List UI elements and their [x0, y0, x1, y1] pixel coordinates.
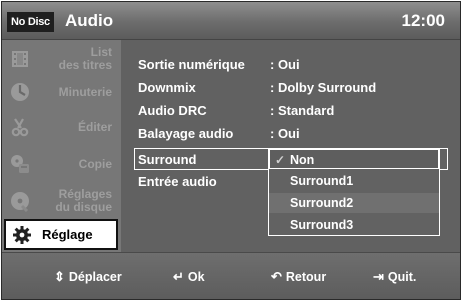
enter-icon: ↵ [173, 269, 184, 284]
setting-row-downmix[interactable]: Downmix : Dolby Surround [134, 77, 449, 99]
hint-move: ⇕ Déplacer [54, 269, 122, 285]
disc-icon [8, 189, 32, 213]
setting-label: Balayage audio [138, 126, 234, 141]
setting-label: Surround [138, 152, 197, 167]
clock-display: 12:00 [401, 11, 445, 30]
setting-value: : Dolby Surround [270, 80, 377, 95]
clock-icon [8, 80, 32, 104]
film-strip-icon [8, 47, 32, 71]
option-label: Surround3 [290, 218, 354, 232]
return-icon: ↶ [271, 269, 282, 284]
option-label: Surround2 [290, 196, 354, 210]
dropdown-option-surround3[interactable]: Surround3 [269, 215, 439, 235]
setting-row-surround[interactable]: Surround [134, 148, 269, 170]
surround-dropdown[interactable]: ✓ Non Surround1 Surround2 Surround3 [268, 148, 440, 236]
exit-icon: ⇥ [373, 269, 384, 284]
setting-label: Audio DRC [138, 103, 207, 118]
sidebar-item-label: Réglage [42, 227, 93, 242]
option-label: Surround1 [290, 174, 354, 188]
no-disc-badge: No Disc [7, 12, 54, 32]
sidebar-item-timer[interactable]: Minuterie [4, 77, 118, 107]
sidebar-item-setup[interactable]: Réglage [4, 219, 118, 250]
setting-label: Downmix [138, 80, 196, 95]
hint-ok-label: Ok [187, 270, 205, 284]
setting-label: Entrée audio [138, 174, 217, 189]
hint-move-label: Déplacer [68, 270, 122, 284]
sidebar-menu: List des titres Minuterie Éditer Copie R… [2, 40, 121, 252]
setting-value: : Oui [270, 57, 300, 72]
dropdown-option-surround1[interactable]: Surround1 [269, 171, 439, 191]
page-title: Audio [65, 11, 114, 30]
scissors-icon [8, 115, 32, 139]
dropdown-option-surround2[interactable]: Surround2 [269, 193, 439, 213]
surround-selection-highlight [440, 148, 448, 170]
sidebar-item-label: Réglages [58, 186, 112, 201]
sidebar-item-title-list[interactable]: List des titres [4, 43, 118, 74]
option-label: Non [290, 153, 315, 167]
setting-row-audio-scan[interactable]: Balayage audio : Oui [134, 123, 449, 145]
sidebar-item-disc-settings[interactable]: Réglages du disque [4, 184, 118, 217]
sidebar-item-label: Éditer [77, 119, 112, 134]
up-down-arrows-icon: ⇕ [54, 269, 65, 284]
hint-quit-label: Quit. [387, 270, 417, 284]
setting-value: : Oui [270, 126, 300, 141]
sidebar-item-label: des titres [58, 57, 112, 72]
sidebar-item-label: du disque [55, 199, 112, 214]
setting-value: : Standard [270, 103, 335, 118]
hint-back-label: Retour [285, 270, 327, 284]
audio-settings-screen: No Disc Audio 12:00 List des titres Minu… [1, 1, 461, 300]
header-bar: No Disc Audio 12:00 [2, 2, 460, 40]
hint-ok: ↵ Ok [173, 269, 205, 285]
sidebar-item-label: Minuterie [58, 84, 112, 99]
sidebar-item-edit[interactable]: Éditer [4, 110, 118, 144]
setting-row-digital-output[interactable]: Sortie numérique : Oui [134, 54, 449, 76]
sidebar-item-copy[interactable]: Copie [4, 147, 118, 181]
gear-icon [10, 223, 34, 247]
footer-bar: ⇕ Déplacer ↵ Ok ↶ Retour ⇥ Quit. [2, 252, 460, 299]
sidebar-item-label: List [90, 44, 112, 59]
hint-quit: ⇥ Quit. [373, 269, 416, 285]
hint-back: ↶ Retour [271, 269, 326, 285]
setting-row-audio-drc[interactable]: Audio DRC : Standard [134, 100, 449, 122]
sidebar-item-label: Copie [78, 156, 112, 171]
dropdown-option-non[interactable]: ✓ Non [269, 149, 439, 169]
setting-label: Sortie numérique [138, 57, 245, 72]
check-icon: ✓ [275, 153, 286, 167]
copy-icon [8, 152, 32, 176]
